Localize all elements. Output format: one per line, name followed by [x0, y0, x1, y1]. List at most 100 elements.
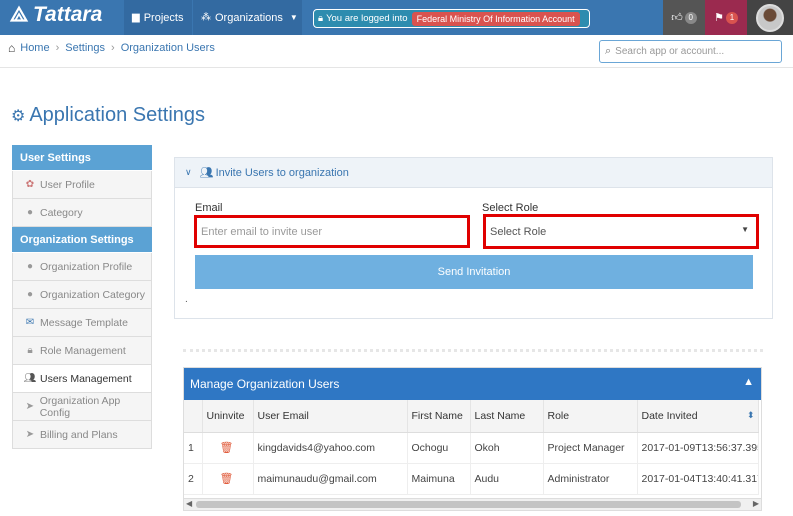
email-field[interactable] — [194, 215, 470, 248]
palette-icon: ✿ — [25, 179, 35, 190]
bookmark-icon: ⚑ — [714, 12, 724, 24]
trash-icon[interactable]: 🗑︎ — [202, 463, 254, 495]
breadcrumb-home[interactable]: Home — [20, 42, 49, 54]
row-index: 1 — [184, 432, 203, 464]
role-select[interactable]: Select Role ▼ — [483, 214, 759, 249]
cell-role: Project Manager — [543, 432, 638, 464]
lock-icon: 🔒︎ — [318, 13, 324, 24]
account-badge[interactable]: Federal Ministry Of Information Account — [411, 11, 580, 26]
likes-count-badge: 0 — [684, 11, 697, 24]
cell-email: kingdavids4@yahoo.com — [253, 432, 408, 464]
sidebar-item-label: Organization Category — [40, 288, 146, 301]
sidebar-item-label: Billing and Plans — [40, 428, 118, 441]
logged-in-text: You are logged into — [326, 13, 408, 24]
sidebar-item-label: Organization App Config — [39, 394, 121, 419]
lock-icon: 🔒︎ — [27, 345, 33, 356]
table-row: 2 🗑︎ maimunaudu@gmail.com Maimuna Audu A… — [184, 463, 759, 495]
col-header-date-invited[interactable]: Date Invited ⬍ — [637, 400, 759, 433]
tattara-logo-icon — [9, 5, 29, 22]
search-icon: ⌕ — [605, 45, 612, 57]
sidebar-item-category[interactable]: ● Category — [12, 199, 152, 227]
stray-dot-text: . — [185, 294, 188, 305]
flags-button[interactable]: ⚑ 1 — [705, 0, 747, 35]
trash-icon[interactable]: 🗑︎ — [202, 432, 254, 464]
send-invitation-button[interactable]: Send Invitation — [195, 255, 753, 289]
sidebar-heading-user-settings: User Settings — [12, 145, 152, 171]
nav-projects-label: Projects — [143, 11, 184, 24]
col-header-user-email[interactable]: User Email — [253, 400, 408, 433]
col-header-role[interactable]: Role — [543, 400, 638, 433]
nav-projects[interactable]: ▆ Projects — [124, 0, 192, 35]
scrollbar-thumb[interactable] — [196, 501, 741, 508]
sidebar-item-message-template[interactable]: ✉ Message Template — [12, 309, 152, 337]
horizontal-scrollbar[interactable]: ◀ ▶ — [184, 498, 761, 510]
cell-first-name: Ochogu — [407, 432, 471, 464]
search-input[interactable] — [615, 46, 766, 57]
sidebar-item-organization-profile[interactable]: ● Organization Profile — [12, 253, 152, 281]
sitemap-icon: ⁂ — [201, 12, 211, 23]
paper-plane-icon: ➤ — [25, 401, 35, 412]
breadcrumb-separator-icon: › — [111, 42, 115, 54]
sidebar-item-role-management[interactable]: 🔒︎ Role Management — [12, 337, 152, 365]
users-icon: 👥︎ — [23, 373, 37, 384]
page-title-text: Application Settings — [29, 104, 206, 126]
user-icon: ● — [26, 289, 34, 300]
nav-organizations-dropdown[interactable]: ⁂ Organizations ▼ — [193, 0, 302, 35]
thumbs-up-icon: 👍︎ — [671, 12, 683, 24]
users-icon: 👥︎ — [199, 167, 214, 179]
manage-panel-header[interactable]: Manage Organization Users ▲ — [184, 368, 761, 400]
envelope-icon: ✉ — [25, 317, 35, 328]
col-header-uninvite[interactable]: Uninvite — [202, 400, 254, 433]
settings-sidebar: User Settings ✿ User Profile ● Category … — [12, 145, 152, 449]
sidebar-heading-organization-settings: Organization Settings — [12, 227, 152, 253]
sidebar-item-organization-category[interactable]: ● Organization Category — [12, 281, 152, 309]
search-box[interactable]: ⌕ — [599, 40, 782, 63]
brand-name: Tattara — [33, 3, 103, 26]
cell-date-invited: 2017-01-09T13:56:37.395Z — [637, 432, 759, 464]
invite-panel-title: Invite Users to organization — [215, 166, 349, 179]
chevron-down-icon: ▼ — [289, 13, 298, 22]
user-icon: ● — [26, 261, 34, 272]
sidebar-item-label: Category — [40, 206, 83, 219]
col-header-index — [184, 400, 203, 433]
email-input[interactable] — [201, 225, 467, 238]
scroll-left-icon[interactable]: ◀ — [186, 499, 192, 508]
sidebar-item-label: User Profile — [40, 178, 95, 191]
chevron-down-icon: ∨ — [185, 167, 192, 177]
sidebar-item-billing-and-plans[interactable]: ➤ Billing and Plans — [12, 421, 152, 449]
cell-first-name: Maimuna — [407, 463, 471, 495]
cell-last-name: Audu — [470, 463, 544, 495]
cell-email: maimunaudu@gmail.com — [253, 463, 408, 495]
col-header-last-name[interactable]: Last Name — [470, 400, 544, 433]
col-header-first-name[interactable]: First Name — [407, 400, 471, 433]
sidebar-item-label: Users Management — [40, 372, 132, 385]
sidebar-item-user-profile[interactable]: ✿ User Profile — [12, 171, 152, 199]
user-avatar-button[interactable] — [747, 0, 793, 35]
breadcrumb-current[interactable]: Organization Users — [121, 42, 215, 54]
invite-users-panel: ∨ 👥︎ Invite Users to organization Email … — [174, 157, 773, 319]
cell-role: Administrator — [543, 463, 638, 495]
table-header-row: Uninvite User Email First Name Last Name… — [184, 400, 759, 433]
page-title: ⚙ Application Settings — [11, 104, 205, 127]
flags-count-badge: 1 — [725, 11, 738, 24]
home-icon: ⌂ — [8, 41, 16, 55]
nav-organizations-label: Organizations — [215, 11, 283, 24]
likes-button[interactable]: 👍︎ 0 — [663, 0, 705, 35]
table-row: 1 🗑︎ kingdavids4@yahoo.com Ochogu Okoh P… — [184, 432, 759, 464]
chevron-up-icon[interactable]: ▲ — [743, 376, 754, 388]
breadcrumb-settings[interactable]: Settings — [65, 42, 105, 54]
role-select-value: Select Role — [490, 225, 547, 238]
sort-icon[interactable]: ⬍ — [747, 410, 755, 421]
logged-in-indicator: 🔒︎ You are logged into Federal Ministry … — [313, 9, 590, 28]
sidebar-item-organization-app-config[interactable]: ➤ Organization App Config — [12, 393, 152, 421]
brand-logo[interactable]: Tattara — [8, 3, 102, 27]
scroll-right-icon[interactable]: ▶ — [753, 499, 759, 508]
paper-plane-icon: ➤ — [25, 429, 35, 440]
sidebar-item-users-management[interactable]: 👥︎ Users Management — [12, 365, 152, 393]
sidebar-item-label: Organization Profile — [40, 260, 133, 273]
manage-panel-title: Manage Organization Users — [190, 377, 340, 391]
folder-icon: ▆ — [132, 12, 140, 23]
top-navbar: Tattara ▆ Projects ⁂ Organizations ▼ 🔒︎ … — [0, 0, 793, 35]
invite-panel-header[interactable]: ∨ 👥︎ Invite Users to organization — [175, 158, 772, 188]
manage-users-panel: Manage Organization Users ▲ Uninvite Use… — [183, 367, 762, 511]
